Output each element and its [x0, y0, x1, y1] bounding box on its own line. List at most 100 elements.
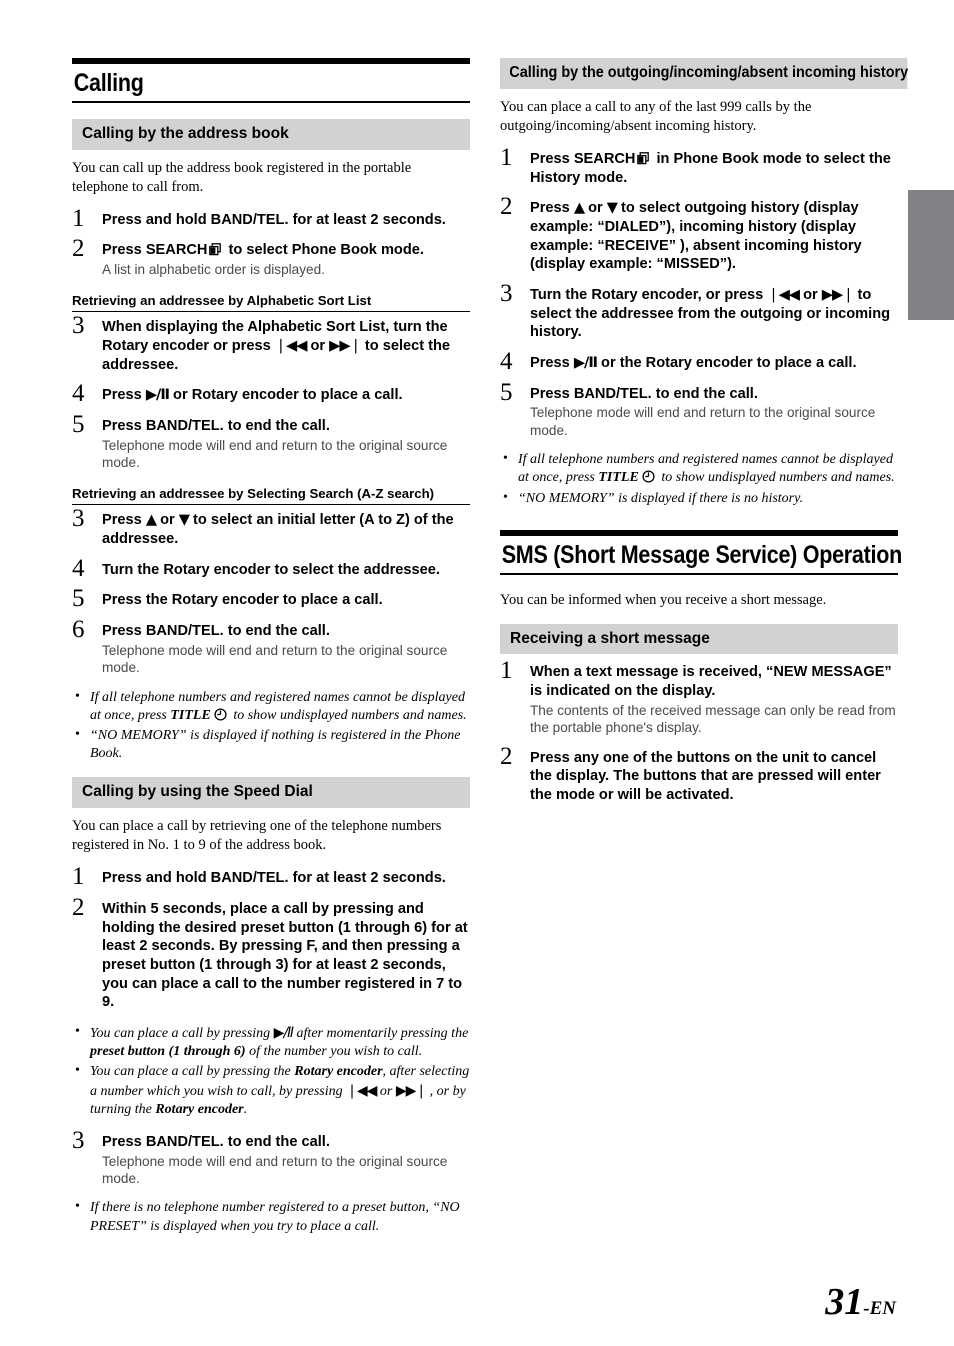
bullet-dot: •	[503, 489, 508, 505]
key-rotary-encoder: Rotary encoder	[645, 355, 753, 372]
note-text-pre: You can place a call by pressing	[90, 1026, 274, 1042]
key-rotary-encoder: Rotary encoder	[102, 338, 210, 355]
note-item: • “NO MEMORY” is displayed if nothing is …	[72, 727, 470, 763]
step-text-post: to place a call.	[278, 592, 383, 609]
section-band-address-book: Calling by the address book	[72, 118, 470, 150]
track-next-icon: ▶▶❘	[329, 337, 362, 355]
note-text-post: to show undisplayed numbers and names.	[229, 707, 467, 723]
note-item: • “NO MEMORY” is displayed if there is no…	[500, 490, 898, 508]
step-text: When displaying the Alphabetic Sort List…	[102, 318, 470, 374]
step-sd-2: 2 Within 5 seconds, place a call by pres…	[72, 895, 470, 1012]
section-band-speed-dial: Calling by using the Speed Dial	[72, 777, 470, 809]
key-rotary-encoder: Rotary encoder	[294, 1064, 383, 1080]
step-number: 1	[72, 863, 85, 891]
step-text-pre: Press any one of the buttons on the unit…	[530, 749, 881, 803]
step-text-mid-2: , and then pressing a	[313, 938, 460, 955]
step-text: Within 5 seconds, place a call by pressi…	[102, 900, 470, 1012]
step-text-mid: or	[584, 200, 607, 217]
step-subtext: The contents of the received message can…	[530, 702, 896, 736]
step-sd-1: 1 Press and hold BAND/TEL. for at least …	[72, 864, 470, 889]
chapter-title: SMS (Short Message Service) Operation	[501, 540, 903, 569]
step-hist-1: 1 Press SEARCH in Phone Book mode to sel…	[500, 145, 898, 187]
play-pause-icon: ▶/Ⅱ	[145, 386, 170, 404]
step-number: 1	[500, 657, 513, 685]
arrow-up-icon: ▲	[573, 199, 585, 217]
clock-icon	[642, 470, 655, 483]
notes-speed-dial: • You can place a call by pressing ▶/Ⅱ af…	[72, 1024, 470, 1119]
step-number: 2	[500, 742, 513, 770]
step-subtext: Telephone mode will end and return to th…	[102, 642, 448, 676]
key-rotary-encoder: Rotary encoder	[191, 387, 299, 404]
bullet-dot: •	[75, 1199, 80, 1215]
track-previous-icon: ❘◀◀	[274, 337, 308, 355]
key-band-tel: BAND/TEL.	[210, 211, 289, 228]
step-text-mid: or	[169, 387, 192, 404]
step-number: 2	[500, 193, 513, 221]
intro-history: You can place a call to any of the last …	[500, 98, 812, 134]
step-text-post: for at least 2 seconds.	[288, 211, 446, 228]
step-hist-2: 2 Press ▲ or ▼ to select outgoing histor…	[500, 194, 898, 274]
step-text-pre: Press	[102, 1133, 146, 1150]
step-text: Press SEARCH to select Phone Book mode. …	[102, 241, 470, 278]
left-column: Calling Calling by the address book You …	[72, 58, 470, 1250]
step-text-pre: Press	[102, 512, 146, 529]
track-next-icon: ▶▶❘	[395, 1082, 427, 1099]
step-subtext: Telephone mode will end and return to th…	[102, 1153, 448, 1187]
step-text: Press any one of the buttons on the unit…	[530, 749, 898, 805]
step-subtext: Telephone mode will end and return to th…	[530, 405, 876, 438]
step-text: Press BAND/TEL. to end the call. Telepho…	[102, 1133, 470, 1187]
bullet-dot: •	[75, 726, 80, 742]
step-text: Press and hold BAND/TEL. for at least 2 …	[102, 211, 470, 230]
key-preset-button-1-6: preset button (1 through 6)	[240, 919, 428, 936]
track-previous-icon: ❘◀◀	[767, 286, 800, 304]
step-text: Turn the Rotary encoder, or press ❘◀◀ or…	[530, 286, 898, 342]
step-text-pre: Turn the	[102, 561, 164, 578]
step-text-post: to select the addressee.	[270, 561, 440, 578]
step-number: 3	[72, 505, 85, 533]
step-text: Press BAND/TEL. to end the call. Telepho…	[102, 622, 470, 676]
key-f: F	[306, 938, 314, 955]
step-sms-1: 1 When a text message is received, “NEW …	[500, 658, 898, 736]
subhead-az-search: Retrieving an addressee by Selecting Sea…	[72, 486, 470, 506]
section-edge-tab	[908, 190, 954, 320]
key-band-tel: BAND/TEL.	[145, 623, 224, 640]
search-icon	[209, 243, 222, 256]
note-text: “NO MEMORY” is displayed if nothing is r…	[90, 727, 461, 762]
arrow-up-icon: ▲	[145, 511, 157, 529]
step-ab-1: 1 Press and hold BAND/TEL. for at least …	[72, 206, 470, 231]
chapter-title: Calling	[73, 69, 144, 97]
step-number: 4	[72, 380, 85, 408]
track-next-icon: ▶▶❘	[821, 286, 855, 304]
key-rotary-encoder: Rotary encoder	[591, 287, 698, 304]
step-number: 4	[72, 554, 85, 582]
step-number: 2	[72, 894, 85, 921]
step-alpha-4: 4 Press ▶/Ⅱ or Rotary encoder to place a…	[72, 381, 470, 406]
step-text: Press the Rotary encoder to place a call…	[102, 591, 470, 610]
step-number: 3	[72, 1126, 85, 1154]
note-item: • If there is no telephone number registe…	[72, 1199, 470, 1235]
intro-speed-dial: You can place a call by retrieving one o…	[72, 818, 442, 854]
step-text-post: for at least 2 seconds.	[288, 870, 446, 887]
step-text-mid: or	[156, 512, 179, 529]
step-text-pre: Press the	[102, 592, 172, 609]
step-text-post: to end the call.	[223, 418, 330, 435]
step-text-pre: Press and hold	[102, 870, 211, 887]
note-text-post: to show undisplayed numbers and names.	[657, 470, 895, 486]
step-number: 5	[500, 378, 513, 406]
step-ab-2: 2 Press SEARCH to select Phone Book mode…	[72, 236, 470, 278]
bullet-dot: •	[75, 688, 80, 704]
play-pause-icon: ▶/Ⅱ	[573, 354, 598, 372]
step-text-pre: Press	[102, 418, 146, 435]
step-hist-5: 5 Press BAND/TEL. to end the call. Telep…	[500, 380, 898, 439]
arrow-down-icon: ▼	[178, 511, 190, 529]
note-item: • You can place a call by pressing the Ro…	[72, 1063, 470, 1119]
subhead-alphabetic-sort: Retrieving an addressee by Alphabetic So…	[72, 293, 470, 313]
step-az-3: 3 Press ▲ or ▼ to select an initial lett…	[72, 506, 470, 548]
section-band-receiving-sms: Receiving a short message	[500, 623, 898, 655]
step-subtext: Telephone mode will end and return to th…	[102, 437, 448, 471]
key-search: SEARCH	[145, 242, 208, 259]
notes-address-book: • If all telephone numbers and registered…	[72, 689, 470, 764]
note-text-mid: after momentarily pressing the	[293, 1026, 469, 1042]
key-rotary-encoder-2: Rotary encoder	[155, 1101, 244, 1117]
step-text-pre: Press	[530, 355, 574, 372]
